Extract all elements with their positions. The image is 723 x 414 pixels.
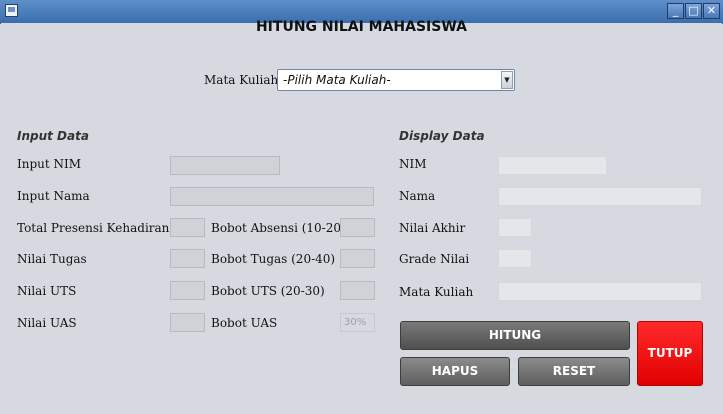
mata-kuliah-label: Mata Kuliah <box>204 73 279 87</box>
hitung-button[interactable]: HITUNG <box>400 321 630 350</box>
nilai-tugas-field[interactable] <box>170 249 205 268</box>
nilai-uts-label: Nilai UTS <box>17 284 77 298</box>
display-nama-label: Nama <box>399 189 436 203</box>
bobot-uts-label: Bobot UTS (20-30) <box>211 284 325 298</box>
nilai-uts-field[interactable] <box>170 281 205 300</box>
input-data-header: Input Data <box>17 129 89 143</box>
input-nim-field[interactable] <box>170 156 280 175</box>
display-mata-kuliah-label: Mata Kuliah <box>399 285 474 299</box>
input-nama-label: Input Nama <box>17 189 90 203</box>
mata-kuliah-selected: -Pilih Mata Kuliah- <box>283 73 391 87</box>
nilai-akhir-field <box>498 218 532 237</box>
maximize-button[interactable]: □ <box>685 3 702 19</box>
chevron-down-icon[interactable]: ▼ <box>501 71 513 89</box>
display-nama-field <box>498 187 702 206</box>
display-nim-label: NIM <box>399 157 427 171</box>
tutup-button[interactable]: TUTUP <box>637 321 703 386</box>
presensi-label: Total Presensi Kehadiran <box>17 221 170 235</box>
grade-nilai-field <box>498 249 532 268</box>
reset-button[interactable]: RESET <box>518 357 630 386</box>
bobot-absensi-field[interactable] <box>340 218 375 237</box>
display-data-header: Display Data <box>399 129 485 143</box>
input-nama-field[interactable] <box>170 187 374 206</box>
java-window-icon <box>5 4 18 17</box>
nilai-uas-label: Nilai UAS <box>17 316 77 330</box>
bobot-absensi-label: Bobot Absensi (10-20) <box>211 221 346 235</box>
mata-kuliah-select[interactable]: -Pilih Mata Kuliah- ▼ <box>277 69 515 91</box>
page-title: HITUNG NILAI MAHASISWA <box>255 19 468 35</box>
bobot-tugas-label: Bobot Tugas (20-40) <box>211 252 336 266</box>
display-mata-kuliah-field <box>498 282 702 301</box>
close-button[interactable]: ✕ <box>703 3 720 19</box>
hapus-button[interactable]: HAPUS <box>400 357 510 386</box>
bobot-tugas-field[interactable] <box>340 249 375 268</box>
minimize-button[interactable]: _ <box>667 3 684 19</box>
display-nim-field <box>498 156 607 175</box>
bobot-uts-field[interactable] <box>340 281 375 300</box>
input-nim-label: Input NIM <box>17 157 82 171</box>
nilai-akhir-label: Nilai Akhir <box>399 221 466 235</box>
grade-nilai-label: Grade Nilai <box>399 252 470 266</box>
bobot-uas-label: Bobot UAS <box>211 316 278 330</box>
bobot-uas-field <box>340 313 375 332</box>
presensi-field[interactable] <box>170 218 205 237</box>
nilai-tugas-label: Nilai Tugas <box>17 252 87 266</box>
nilai-uas-field[interactable] <box>170 313 205 332</box>
